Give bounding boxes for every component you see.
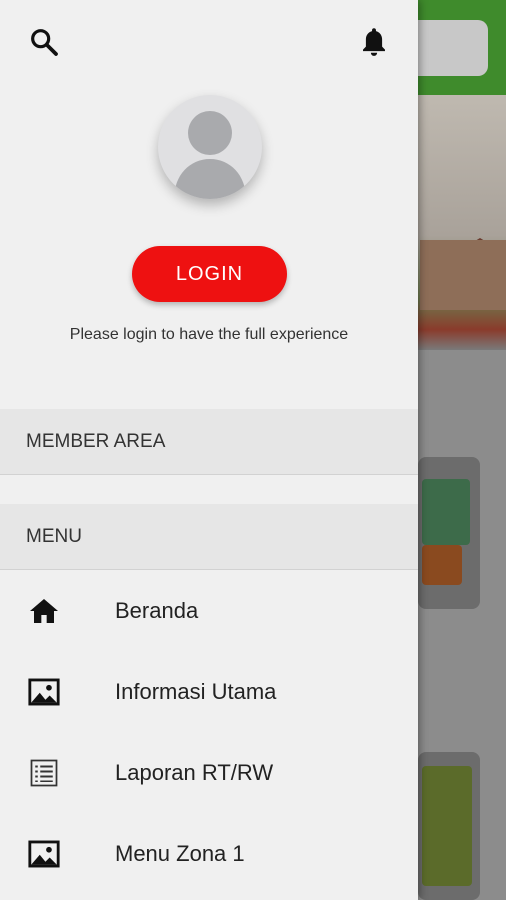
image-icon	[26, 676, 62, 708]
menu-item-laporan-rt-rw[interactable]: Laporan RT/RW	[0, 733, 418, 813]
image-icon	[26, 838, 62, 870]
menu-section-label: MENU	[26, 525, 82, 547]
banner-building	[420, 240, 506, 310]
menu-item-informasi-utama[interactable]: Informasi Utama	[0, 652, 418, 732]
menu-item-label: Laporan RT/RW	[115, 760, 274, 785]
app-menu-card	[418, 752, 480, 900]
list-icon	[26, 757, 62, 789]
search-icon	[28, 26, 60, 63]
member-area-section[interactable]: MEMBER AREA	[0, 409, 418, 475]
menu-item-beranda[interactable]: Beranda	[0, 571, 418, 651]
login-hint-text: Please login to have the full experience	[69, 326, 349, 343]
notification-button[interactable]	[354, 24, 394, 64]
member-area-label: MEMBER AREA	[26, 430, 166, 452]
login-button[interactable]: LOGIN	[132, 246, 287, 302]
app-menu-card	[418, 457, 480, 609]
menu-item-label: Menu Zona 1	[115, 841, 245, 866]
navigation-drawer: LOGIN Please login to have the full expe…	[0, 0, 418, 900]
home-icon	[26, 595, 62, 627]
bell-icon	[358, 25, 390, 64]
search-button[interactable]	[24, 24, 64, 64]
menu-item-label: Informasi Utama	[115, 679, 277, 704]
menu-section-header: MENU	[0, 504, 418, 570]
menu-item-label: Beranda	[115, 598, 199, 623]
menu-item-menu-zona-1[interactable]: Menu Zona 1	[0, 814, 418, 894]
avatar[interactable]	[158, 95, 262, 199]
